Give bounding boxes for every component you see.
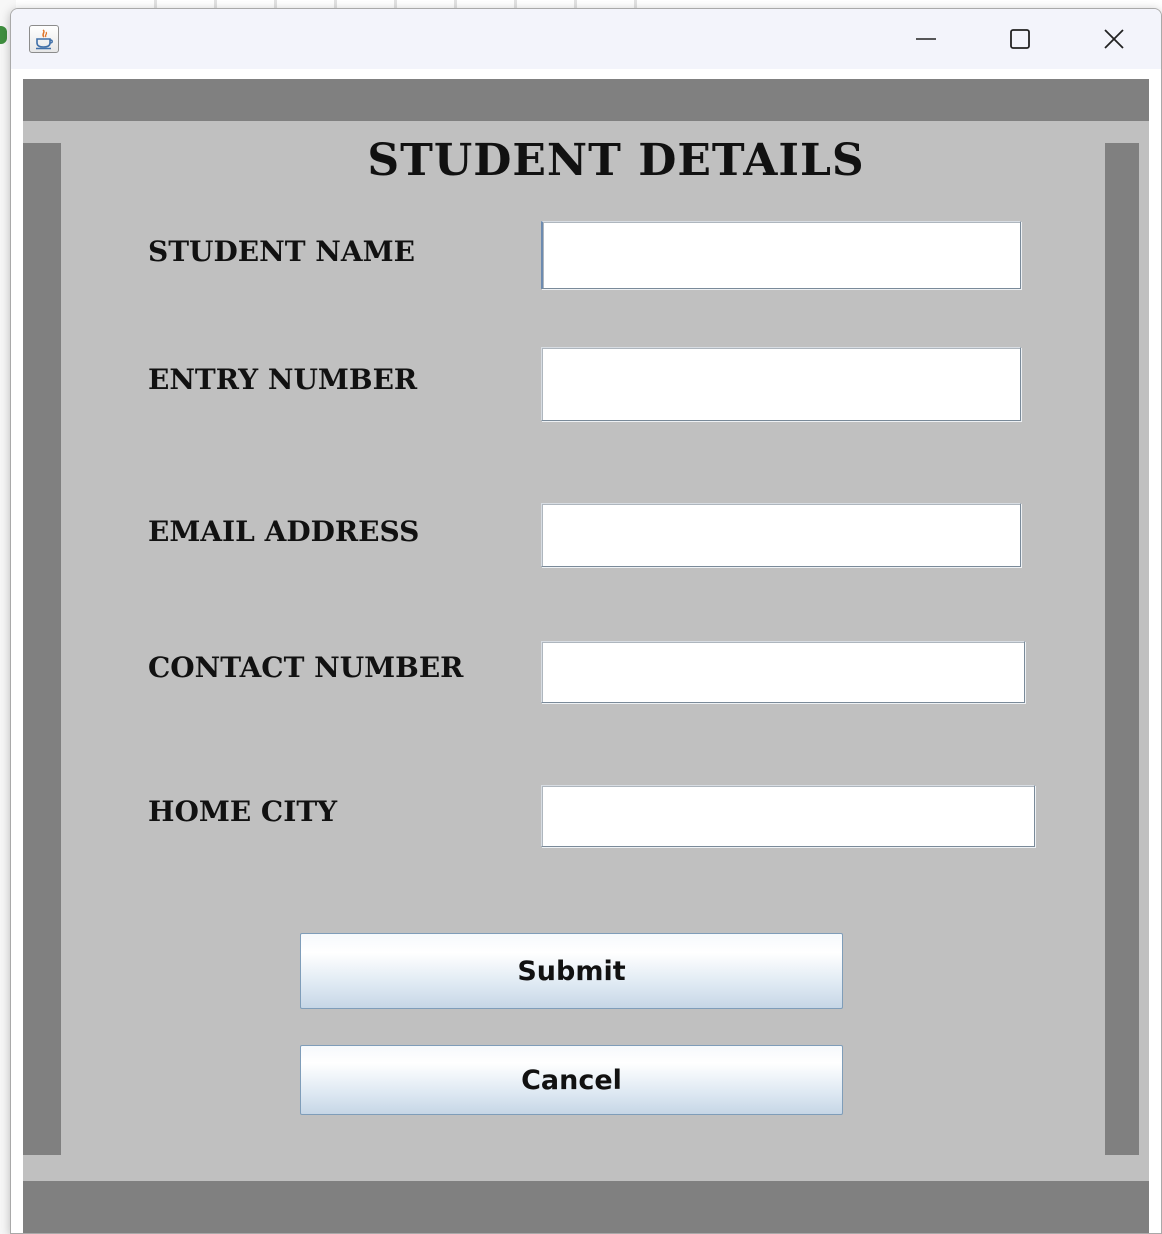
contact-number-label: CONTACT NUMBER [148,651,464,684]
background-window-edge [130,0,650,8]
close-button[interactable] [1067,9,1161,69]
entry-number-field[interactable] [541,347,1021,421]
close-icon [1104,29,1124,49]
email-address-label: EMAIL ADDRESS [148,515,420,548]
home-city-field[interactable] [541,785,1035,847]
form-panel: STUDENT DETAILS STUDENT NAME ENTRY NUMBE… [23,121,1149,1181]
submit-button[interactable]: Submit [300,933,843,1009]
right-border-bar [1105,143,1139,1155]
maximize-button[interactable] [973,9,1067,69]
title-bar[interactable] [11,9,1161,69]
left-border-bar [23,143,61,1155]
student-name-label: STUDENT NAME [148,235,415,268]
entry-number-label: ENTRY NUMBER [148,363,418,396]
maximize-icon [1010,29,1030,49]
top-border-strip [23,79,1149,121]
minimize-icon [916,38,936,40]
student-details-window: STUDENT DETAILS STUDENT NAME ENTRY NUMBE… [10,8,1162,1234]
java-icon[interactable] [29,25,59,53]
bottom-border-strip [23,1181,1149,1233]
email-address-field[interactable] [541,503,1021,567]
background-app-icon [0,26,7,44]
cancel-button[interactable]: Cancel [300,1045,843,1115]
screen: STUDENT DETAILS STUDENT NAME ENTRY NUMBE… [0,0,1162,1234]
contact-number-field[interactable] [541,641,1025,703]
student-name-field[interactable] [541,221,1021,289]
page-title: STUDENT DETAILS [367,135,865,186]
minimize-button[interactable] [879,9,973,69]
home-city-label: HOME CITY [148,795,338,828]
window-content: STUDENT DETAILS STUDENT NAME ENTRY NUMBE… [11,69,1161,1233]
